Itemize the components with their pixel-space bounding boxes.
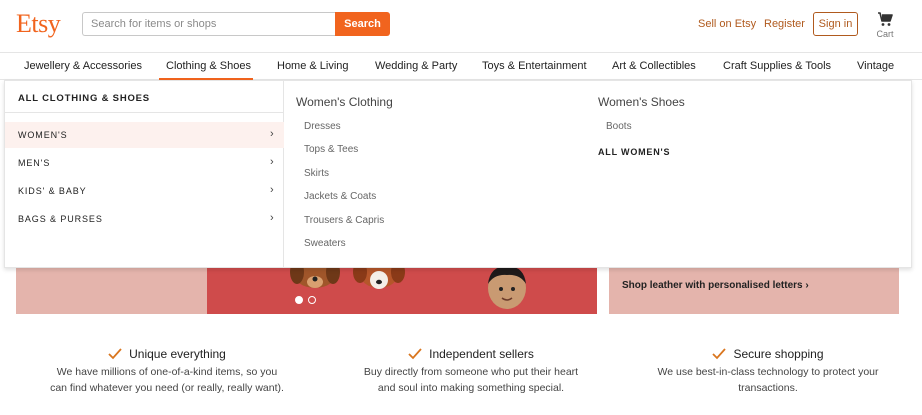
nav-clothing-shoes[interactable]: Clothing & Shoes: [166, 60, 251, 72]
value-prop-line: and soul into making something special.: [377, 382, 565, 394]
category-label: BAGS & PURSES: [18, 214, 103, 224]
value-prop-line: We use best-in-class technology to prote…: [657, 366, 879, 378]
subcategory-link[interactable]: Trousers & Capris: [304, 215, 384, 226]
value-prop-title: Unique everything: [129, 347, 226, 361]
value-prop-unique: Unique everything We have millions of on…: [22, 347, 312, 396]
womens-clothing-heading[interactable]: Women's Clothing: [296, 95, 393, 109]
cart-label: Cart: [876, 29, 894, 39]
value-prop-heading: Unique everything: [22, 347, 312, 361]
banner-left-panel[interactable]: [16, 266, 207, 314]
value-prop-line: We have millions of one-of-a-kind items,…: [56, 366, 278, 378]
value-prop-line: transactions.: [738, 382, 798, 394]
value-prop-line: can find whatever you need (or really, r…: [50, 382, 284, 394]
subcategory-link[interactable]: Tops & Tees: [304, 144, 358, 155]
subcategory-link[interactable]: Skirts: [304, 168, 329, 179]
category-mens[interactable]: MEN'S ›: [5, 150, 284, 176]
divider: [5, 112, 284, 113]
all-clothing-shoes-link[interactable]: ALL CLOTHING & SHOES: [18, 93, 150, 104]
subcategory-link[interactable]: Dresses: [304, 121, 341, 132]
category-bags-purses[interactable]: BAGS & PURSES ›: [5, 206, 284, 232]
checkmark-icon: [408, 348, 422, 360]
banner-right-panel[interactable]: Shop leather with personalised letters ›: [609, 266, 899, 314]
chevron-right-icon: ›: [805, 280, 809, 291]
value-prop-text: We have millions of one-of-a-kind items,…: [22, 364, 312, 396]
nav-home-living[interactable]: Home & Living: [277, 60, 349, 72]
hero-carousel[interactable]: [207, 266, 597, 314]
carousel-dot[interactable]: [308, 296, 316, 304]
category-womens[interactable]: WOMEN'S ›: [5, 122, 284, 148]
subcategory-link[interactable]: Jackets & Coats: [304, 191, 376, 202]
value-prop-title: Secure shopping: [733, 347, 824, 361]
sell-on-etsy-link[interactable]: Sell on Etsy: [698, 18, 756, 30]
etsy-logo[interactable]: Etsy: [16, 9, 61, 39]
cart-button[interactable]: Cart: [872, 11, 898, 39]
value-prop-sellers: Independent sellers Buy directly from so…: [326, 347, 616, 396]
value-prop-secure: Secure shopping We use best-in-class tec…: [628, 347, 908, 396]
value-prop-text: We use best-in-class technology to prote…: [628, 364, 908, 396]
shop-leather-label: Shop leather with personalised letters: [622, 280, 803, 291]
search-input[interactable]: [82, 12, 335, 36]
value-prop-heading: Secure shopping: [628, 347, 908, 361]
checkmark-icon: [712, 348, 727, 360]
value-prop-title: Independent sellers: [429, 347, 534, 361]
category-kids-baby[interactable]: KIDS' & BABY ›: [5, 178, 284, 204]
dog-illustration: [290, 266, 340, 288]
category-label: KIDS' & BABY: [18, 186, 87, 196]
nav-jewellery-accessories[interactable]: Jewellery & Accessories: [24, 60, 142, 72]
clothing-shoes-dropdown: ALL CLOTHING & SHOES WOMEN'S › MEN'S › K…: [4, 80, 912, 268]
subcategory-link[interactable]: Sweaters: [304, 238, 346, 249]
chevron-right-icon: ›: [270, 212, 274, 224]
search-bar: Search: [82, 12, 390, 36]
shop-leather-link[interactable]: Shop leather with personalised letters ›: [622, 280, 809, 291]
register-link[interactable]: Register: [764, 18, 805, 30]
womens-shoes-heading[interactable]: Women's Shoes: [598, 95, 685, 109]
dropdown-category-list: ALL CLOTHING & SHOES WOMEN'S › MEN'S › K…: [5, 81, 284, 267]
nav-wedding-party[interactable]: Wedding & Party: [375, 60, 457, 72]
nav-art-collectibles[interactable]: Art & Collectibles: [612, 60, 696, 72]
checkmark-icon: [108, 348, 122, 360]
chevron-right-icon: ›: [270, 128, 274, 140]
subcategory-link[interactable]: Boots: [606, 121, 632, 132]
child-illustration: [488, 266, 526, 309]
site-header: Etsy Search Sell on Etsy Register Sign i…: [0, 0, 922, 52]
value-prop-line: Buy directly from someone who put their …: [363, 366, 579, 378]
category-label: MEN'S: [18, 158, 51, 168]
value-prop-text: Buy directly from someone who put their …: [326, 364, 616, 396]
nav-craft-supplies-tools[interactable]: Craft Supplies & Tools: [723, 60, 831, 72]
value-prop-heading: Independent sellers: [326, 347, 616, 361]
category-nav: Jewellery & Accessories Clothing & Shoes…: [0, 52, 922, 80]
category-label: WOMEN'S: [18, 130, 68, 140]
cart-icon: [878, 12, 893, 26]
chevron-right-icon: ›: [270, 184, 274, 196]
sign-in-button[interactable]: Sign in: [813, 12, 858, 36]
nav-vintage[interactable]: Vintage: [857, 60, 894, 72]
nav-toys-entertainment[interactable]: Toys & Entertainment: [482, 60, 587, 72]
search-button[interactable]: Search: [335, 12, 390, 36]
chevron-right-icon: ›: [270, 156, 274, 168]
dog-illustration: [353, 266, 405, 289]
all-womens-link[interactable]: ALL WOMEN'S: [598, 147, 670, 157]
carousel-dot[interactable]: [295, 296, 303, 304]
